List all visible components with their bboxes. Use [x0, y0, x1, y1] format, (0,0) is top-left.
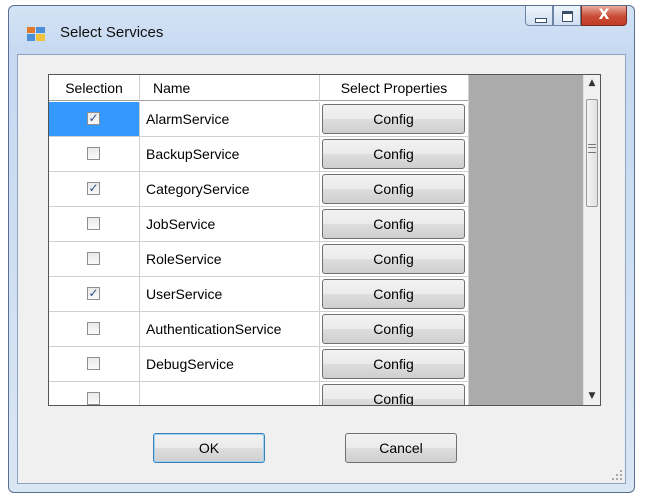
properties-cell: Config: [320, 312, 469, 347]
table-row[interactable]: Config: [49, 382, 469, 405]
config-button[interactable]: Config: [322, 104, 465, 134]
service-name-cell[interactable]: DebugService: [140, 347, 320, 382]
selection-checkbox[interactable]: ✓: [87, 286, 100, 300]
scroll-thumb[interactable]: [586, 99, 598, 207]
scroll-up-icon[interactable]: ▲: [584, 75, 600, 92]
selection-checkbox[interactable]: ✓: [87, 111, 100, 125]
selection-checkbox[interactable]: [87, 147, 100, 160]
selection-checkbox[interactable]: [87, 217, 100, 230]
config-button[interactable]: Config: [322, 139, 465, 169]
properties-cell: Config: [320, 242, 469, 277]
selection-cell[interactable]: ✓: [49, 277, 140, 312]
checkmark-icon: ✓: [88, 181, 99, 195]
selection-checkbox[interactable]: [87, 322, 100, 335]
header-name[interactable]: Name: [140, 75, 320, 101]
header-selection[interactable]: Selection: [49, 75, 140, 101]
config-button[interactable]: Config: [322, 349, 465, 379]
table-row[interactable]: ✓ UserService Config: [49, 277, 469, 312]
table-row[interactable]: ✓ CategoryService Config: [49, 172, 469, 207]
scroll-down-icon[interactable]: ▼: [584, 388, 600, 405]
config-button[interactable]: Config: [322, 244, 465, 274]
select-services-window: Select Services X Selection Name Select …: [8, 5, 635, 493]
service-name-cell[interactable]: CategoryService: [140, 172, 320, 207]
title-bar[interactable]: Select Services X: [9, 6, 634, 54]
service-name-cell[interactable]: JobService: [140, 207, 320, 242]
selection-cell[interactable]: [49, 347, 140, 382]
config-button[interactable]: Config: [322, 384, 465, 405]
selection-checkbox[interactable]: [87, 252, 100, 265]
selection-cell[interactable]: ✓: [49, 102, 140, 137]
close-button[interactable]: X: [581, 6, 627, 26]
table-row[interactable]: ✓ AlarmService Config: [49, 102, 469, 137]
table-row[interactable]: AuthenticationService Config: [49, 312, 469, 347]
ok-button[interactable]: OK: [153, 433, 265, 463]
properties-cell: Config: [320, 207, 469, 242]
selection-cell[interactable]: [49, 382, 140, 405]
selection-checkbox[interactable]: [87, 392, 100, 405]
selection-cell[interactable]: [49, 312, 140, 347]
checkmark-icon: ✓: [88, 286, 99, 300]
header-select-properties[interactable]: Select Properties: [320, 75, 469, 101]
service-name-cell[interactable]: BackupService: [140, 137, 320, 172]
table-row[interactable]: JobService Config: [49, 207, 469, 242]
selection-cell[interactable]: [49, 137, 140, 172]
grip-icon: [588, 144, 596, 153]
service-name-cell[interactable]: AuthenticationService: [140, 312, 320, 347]
config-button[interactable]: Config: [322, 209, 465, 239]
selection-cell[interactable]: [49, 207, 140, 242]
minimize-button[interactable]: [525, 6, 553, 26]
properties-cell: Config: [320, 277, 469, 312]
close-icon: X: [598, 7, 610, 23]
window-title: Select Services: [60, 24, 164, 41]
table-row[interactable]: BackupService Config: [49, 137, 469, 172]
config-button[interactable]: Config: [322, 314, 465, 344]
grid-content: Selection Name Select Properties ✓ AlarmS…: [49, 75, 469, 405]
properties-cell: Config: [320, 382, 469, 405]
selection-checkbox[interactable]: ✓: [87, 181, 100, 195]
app-window-icon: [27, 27, 45, 41]
selection-cell[interactable]: [49, 242, 140, 277]
config-button[interactable]: Config: [322, 174, 465, 204]
minimize-icon: [535, 18, 547, 23]
selection-cell[interactable]: ✓: [49, 172, 140, 207]
dialog-client-area: Selection Name Select Properties ✓ AlarmS…: [17, 54, 626, 484]
table-row[interactable]: RoleService Config: [49, 242, 469, 277]
properties-cell: Config: [320, 172, 469, 207]
service-name-cell[interactable]: AlarmService: [140, 102, 320, 137]
properties-cell: Config: [320, 137, 469, 172]
services-grid: Selection Name Select Properties ✓ AlarmS…: [48, 74, 601, 406]
properties-cell: Config: [320, 347, 469, 382]
grid-rows: ✓ AlarmService Config BackupService Config ✓ C…: [49, 102, 469, 405]
service-name-cell[interactable]: UserService: [140, 277, 320, 312]
selection-checkbox[interactable]: [87, 357, 100, 370]
properties-cell: Config: [320, 102, 469, 137]
grid-header: Selection Name Select Properties: [49, 75, 469, 102]
table-row[interactable]: DebugService Config: [49, 347, 469, 382]
maximize-button[interactable]: [553, 6, 581, 26]
caption-buttons: X: [525, 6, 627, 27]
maximize-icon: [562, 11, 573, 22]
vertical-scrollbar[interactable]: ▲ ▼: [583, 75, 600, 405]
resize-grip-icon[interactable]: [612, 470, 622, 480]
service-name-cell[interactable]: RoleService: [140, 242, 320, 277]
checkmark-icon: ✓: [88, 111, 99, 125]
cancel-button[interactable]: Cancel: [345, 433, 457, 463]
config-button[interactable]: Config: [322, 279, 465, 309]
service-name-cell[interactable]: [140, 382, 320, 405]
